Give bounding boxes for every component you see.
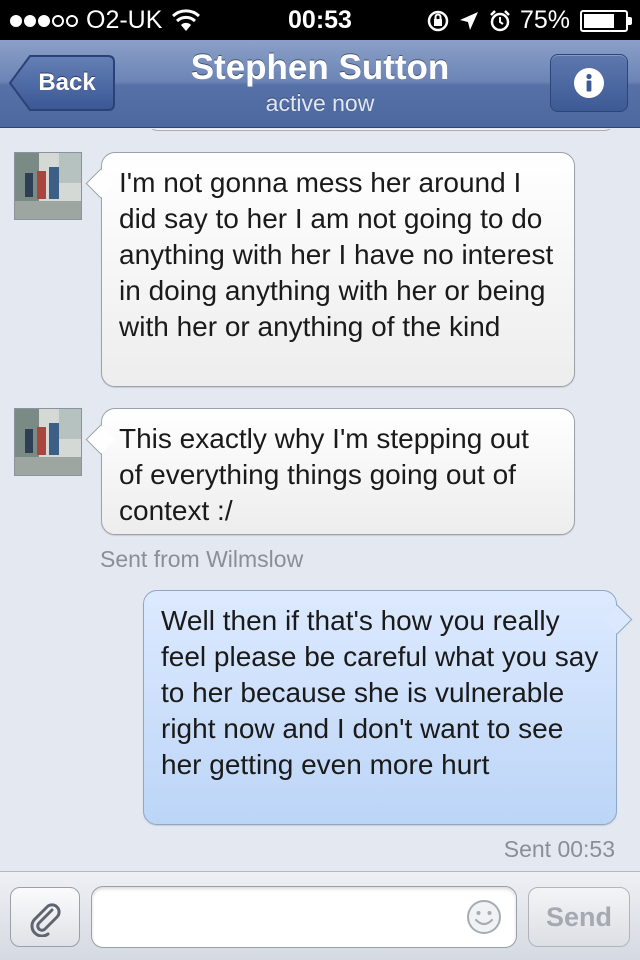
message-text: Well then if that's how you really feel … xyxy=(161,605,599,780)
navigation-bar: Back Stephen Sutton active now xyxy=(0,40,640,128)
previous-message-bubble xyxy=(146,129,616,131)
message-input[interactable] xyxy=(91,886,517,948)
battery-percent: 75% xyxy=(519,6,570,34)
message-sent-time: Sent 00:53 xyxy=(503,836,615,862)
outgoing-message-bubble[interactable]: Well then if that's how you really feel … xyxy=(143,590,617,825)
paperclip-icon xyxy=(30,903,61,937)
status-bar: O2-UK 00:53 75% xyxy=(0,0,640,40)
rotation-lock-icon xyxy=(427,10,449,31)
back-button[interactable]: Back xyxy=(8,54,116,112)
alarm-icon xyxy=(490,9,510,31)
presence-status: active now xyxy=(265,90,375,116)
incoming-message-bubble[interactable]: This exactly why I'm stepping out of eve… xyxy=(101,408,575,535)
avatar-photo xyxy=(15,153,81,219)
attach-button[interactable] xyxy=(10,887,80,947)
back-button-label: Back xyxy=(38,69,96,96)
send-button[interactable]: Send xyxy=(528,887,630,947)
incoming-message-bubble[interactable]: I'm not gonna mess her around I did say … xyxy=(101,152,575,387)
message-text: This exactly why I'm stepping out of eve… xyxy=(119,423,529,526)
avatar-photo xyxy=(15,409,81,475)
status-right: 75% xyxy=(426,6,632,35)
info-button[interactable] xyxy=(550,54,628,112)
smiley-icon[interactable] xyxy=(466,899,502,935)
page-title: Stephen Sutton xyxy=(190,48,450,87)
battery-icon xyxy=(580,9,632,32)
send-button-label: Send xyxy=(545,901,612,932)
message-composer: Send xyxy=(0,871,640,960)
location-arrow-icon xyxy=(459,11,478,30)
message-text: I'm not gonna mess her around I did say … xyxy=(119,167,554,342)
battery-fill xyxy=(584,13,614,28)
info-icon xyxy=(574,68,604,98)
avatar[interactable] xyxy=(14,408,82,476)
message-location: Sent from Wilmslow xyxy=(100,546,304,572)
message-thread[interactable]: I'm not gonna mess her around I did say … xyxy=(0,129,640,871)
avatar[interactable] xyxy=(14,152,82,220)
